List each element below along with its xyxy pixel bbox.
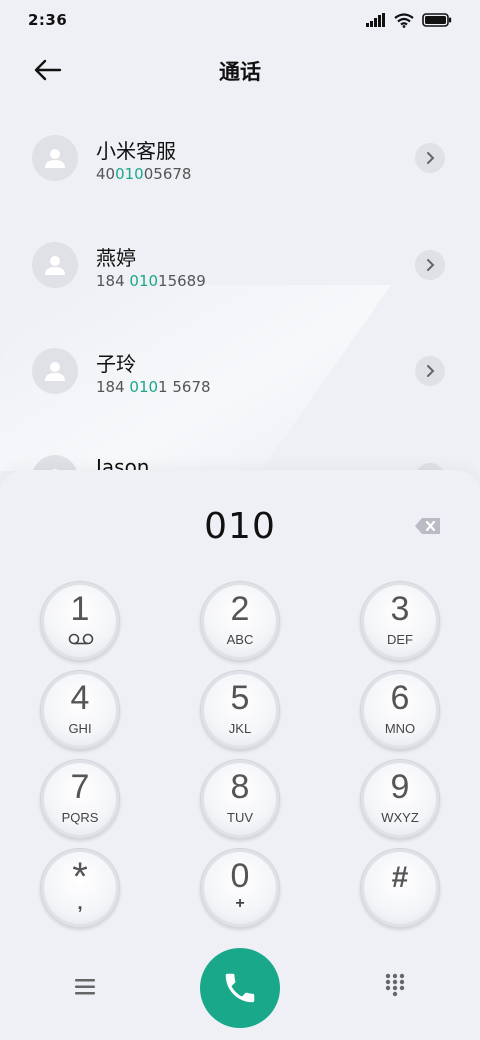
contact-detail-button[interactable] — [415, 250, 445, 280]
key-letters: GHI — [68, 721, 92, 736]
key-digit: 9 — [390, 768, 410, 806]
wifi-icon — [394, 12, 414, 28]
key-digit: 7 — [70, 768, 90, 806]
key-digit: 6 — [390, 679, 410, 717]
chevron-right-icon — [427, 259, 435, 271]
key-letters: , — [77, 893, 83, 913]
contact-row[interactable]: 小米客服 4001005678 — [0, 113, 480, 203]
key-1[interactable]: 1 — [40, 581, 120, 661]
key-digit: 4 — [70, 679, 90, 717]
key-digit: 1 — [70, 590, 90, 628]
keypad-toggle-button[interactable] — [383, 972, 407, 998]
person-icon — [45, 362, 65, 381]
status-time: 2:36 — [28, 11, 68, 29]
key-hash[interactable]: # — [360, 848, 440, 928]
contact-number: 4001005678 — [96, 165, 192, 183]
contact-row[interactable]: 子玲 184 0101 5678 — [0, 326, 480, 416]
battery-icon — [422, 13, 452, 27]
key-letters: MNO — [384, 721, 416, 736]
person-icon — [45, 149, 65, 168]
phone-icon — [225, 973, 255, 1003]
status-icons — [366, 12, 452, 28]
dialed-number: 010 — [204, 506, 276, 547]
signal-icon — [366, 13, 385, 27]
avatar — [32, 242, 78, 288]
key-letters: WXYZ — [381, 810, 419, 825]
contact-name: 子玲 — [96, 352, 136, 376]
page-title: 通话 — [219, 60, 261, 84]
dialpad-grid-icon — [385, 973, 405, 997]
chevron-right-icon — [427, 152, 435, 164]
key-5[interactable]: 5 JKL — [200, 670, 280, 750]
key-digit: 2 — [230, 590, 250, 628]
person-icon — [45, 256, 65, 275]
key-digit: 5 — [230, 679, 250, 717]
key-letters: JKL — [228, 721, 252, 736]
menu-icon — [75, 979, 95, 995]
key-digit: # — [391, 861, 409, 894]
key-4[interactable]: 4 GHI — [40, 670, 120, 750]
key-letters: DEF — [387, 632, 413, 647]
key-digit: 0 — [230, 857, 250, 895]
backspace-button[interactable] — [414, 516, 442, 536]
header: 通话 — [0, 48, 480, 92]
key-9[interactable]: 9 WXYZ — [360, 759, 440, 839]
key-letters: + — [235, 895, 245, 912]
backspace-icon — [415, 518, 440, 534]
key-digit: 3 — [390, 590, 410, 628]
contact-number: 184 01015689 — [96, 272, 206, 290]
contact-list: 小米客服 4001005678 燕婷 184 01015689 子玲 184 0… — [0, 105, 480, 471]
key-6[interactable]: 6 MNO — [360, 670, 440, 750]
voicemail-icon — [68, 633, 94, 645]
dialpad-panel: 010 1 2 ABC 3 DEF 4 GHI 5 JKL 6 MNO 7 PQ… — [0, 470, 480, 1040]
contact-row[interactable]: Jason — [0, 433, 480, 471]
call-button[interactable] — [200, 948, 280, 1028]
avatar — [32, 135, 78, 181]
key-2[interactable]: 2 ABC — [200, 581, 280, 661]
key-7[interactable]: 7 PQRS — [40, 759, 120, 839]
contact-detail-button[interactable] — [415, 143, 445, 173]
contact-name: 小米客服 — [96, 139, 176, 163]
contact-row[interactable]: 燕婷 184 01015689 — [0, 220, 480, 310]
menu-button[interactable] — [70, 974, 100, 1000]
avatar — [32, 348, 78, 394]
status-bar: 2:36 — [0, 0, 480, 40]
avatar — [32, 455, 78, 471]
key-3[interactable]: 3 DEF — [360, 581, 440, 661]
chevron-right-icon — [427, 365, 435, 377]
key-digit: 8 — [230, 768, 250, 806]
key-0[interactable]: 0 + — [200, 848, 280, 928]
contact-name: 燕婷 — [96, 246, 136, 270]
contact-name: Jason — [96, 455, 150, 471]
key-letters: ABC — [226, 632, 254, 647]
key-letters: TUV — [227, 810, 253, 825]
contact-detail-button[interactable] — [415, 356, 445, 386]
bottom-bar — [0, 948, 480, 1028]
contact-number: 184 0101 5678 — [96, 378, 211, 396]
key-8[interactable]: 8 TUV — [200, 759, 280, 839]
key-star[interactable]: * , — [40, 848, 120, 928]
key-letters: PQRS — [61, 810, 99, 825]
